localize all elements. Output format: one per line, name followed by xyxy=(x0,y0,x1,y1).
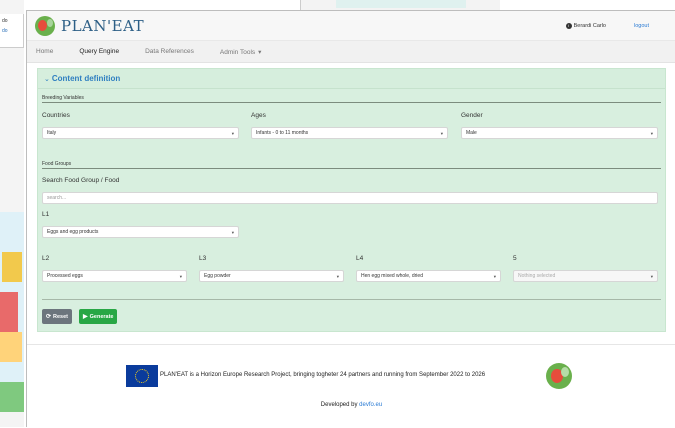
content-definition-panel: ⌄ Content definition Breeding Variables … xyxy=(37,68,666,332)
l1-value: Eggs and egg products xyxy=(47,229,99,235)
planeat-logo-icon xyxy=(35,15,55,36)
chevron-down-icon: ▾ xyxy=(336,274,339,279)
page-footer: PLAN'EAT is a Horizon Europe Research Pr… xyxy=(27,344,675,428)
footer-text: PLAN'EAT is a Horizon Europe Research Pr… xyxy=(160,372,486,378)
l4-value: Hen egg mixed whole, dried xyxy=(361,273,423,279)
app-window: PLAN'EAT i Berardi Carlo logout Home Que… xyxy=(26,10,675,428)
refresh-icon: ⟳ xyxy=(46,314,52,320)
l5-select[interactable]: Nothing selected ▾ xyxy=(513,270,658,282)
logout-link[interactable]: logout xyxy=(634,23,649,29)
gender-select[interactable]: Male ▾ xyxy=(461,127,658,139)
l3-select[interactable]: Egg powder ▾ xyxy=(199,270,344,282)
gender-value: Male xyxy=(466,130,477,136)
nav-home[interactable]: Home xyxy=(36,48,53,55)
user-info-icon: i xyxy=(565,22,572,29)
reset-label: Reset xyxy=(53,313,69,320)
breeding-variables-heading: Breeding Variables xyxy=(42,95,661,103)
form-divider xyxy=(42,299,661,300)
countries-label: Countries xyxy=(42,112,70,119)
search-food-label: Search Food Group / Food xyxy=(42,177,120,184)
background-text: do xyxy=(2,18,8,24)
planeat-logo-icon xyxy=(546,363,572,389)
l1-select[interactable]: Eggs and egg products ▾ xyxy=(42,226,239,238)
l3-label: L3 xyxy=(199,255,207,262)
play-icon: ▶ xyxy=(83,314,88,320)
countries-select[interactable]: Italy ▾ xyxy=(42,127,239,139)
chevron-down-icon: ▾ xyxy=(231,131,234,136)
ages-select[interactable]: Infants - 0 to 11 months ▾ xyxy=(251,127,448,139)
l5-value: Nothing selected xyxy=(518,273,556,279)
l2-select[interactable]: Processed eggs ▾ xyxy=(42,270,187,282)
chevron-down-icon: ▾ xyxy=(440,131,443,136)
app-logo[interactable]: PLAN'EAT xyxy=(35,15,145,36)
user-name[interactable]: Berardi Carlo xyxy=(574,23,606,29)
main-nav: Home Query Engine Data References Admin … xyxy=(27,41,675,63)
l2-label: L2 xyxy=(42,255,50,262)
food-groups-heading: Food Groups xyxy=(42,161,661,169)
l2-value: Processed eggs xyxy=(47,273,83,279)
l5-label: 5 xyxy=(513,255,517,262)
countries-value: Italy xyxy=(47,130,57,136)
l3-value: Egg powder xyxy=(204,273,231,279)
search-food-input[interactable]: search... xyxy=(42,192,658,204)
developer-link[interactable]: devfo.eu xyxy=(359,402,382,408)
background-link: do xyxy=(2,28,8,34)
chevron-down-icon: ▾ xyxy=(179,274,182,279)
background-illustration xyxy=(0,212,24,412)
l4-label: L4 xyxy=(356,255,364,262)
nav-admin-tools-label: Admin Tools xyxy=(219,48,256,56)
nav-data-references[interactable]: Data References xyxy=(145,48,194,55)
developed-by: Developed by devfo.eu xyxy=(27,402,675,408)
panel-header[interactable]: ⌄ Content definition xyxy=(38,69,665,89)
nav-query-engine[interactable]: Query Engine xyxy=(79,48,119,55)
gender-label: Gender xyxy=(461,112,483,119)
chevron-down-icon: ▾ xyxy=(231,230,234,235)
chevron-down-icon: ▾ xyxy=(493,274,496,279)
top-bar: PLAN'EAT i Berardi Carlo logout xyxy=(27,11,675,41)
ages-value: Infants - 0 to 11 months xyxy=(256,130,309,136)
logo-text: PLAN'EAT xyxy=(61,16,145,35)
reset-button[interactable]: ⟳ Reset xyxy=(42,309,73,324)
chevron-down-icon: ▾ xyxy=(258,48,262,56)
chevron-down-icon: ⌄ xyxy=(44,75,50,83)
ages-label: Ages xyxy=(251,112,266,119)
l4-select[interactable]: Hen egg mixed whole, dried ▾ xyxy=(356,270,501,282)
generate-button[interactable]: ▶ Generate xyxy=(79,309,118,324)
chevron-down-icon: ▾ xyxy=(650,274,653,279)
developed-by-label: Developed by xyxy=(320,402,358,408)
generate-label: Generate xyxy=(89,313,114,320)
panel-title: Content definition xyxy=(51,74,121,83)
chevron-down-icon: ▾ xyxy=(650,131,653,136)
l1-label: L1 xyxy=(42,211,50,218)
eu-flag-icon xyxy=(126,365,158,387)
nav-admin-tools[interactable]: Admin Tools ▾ xyxy=(220,48,262,56)
background-window-fragment: do do xyxy=(0,14,24,48)
user-area: i Berardi Carlo logout xyxy=(565,22,667,29)
background-window-top xyxy=(300,0,500,10)
